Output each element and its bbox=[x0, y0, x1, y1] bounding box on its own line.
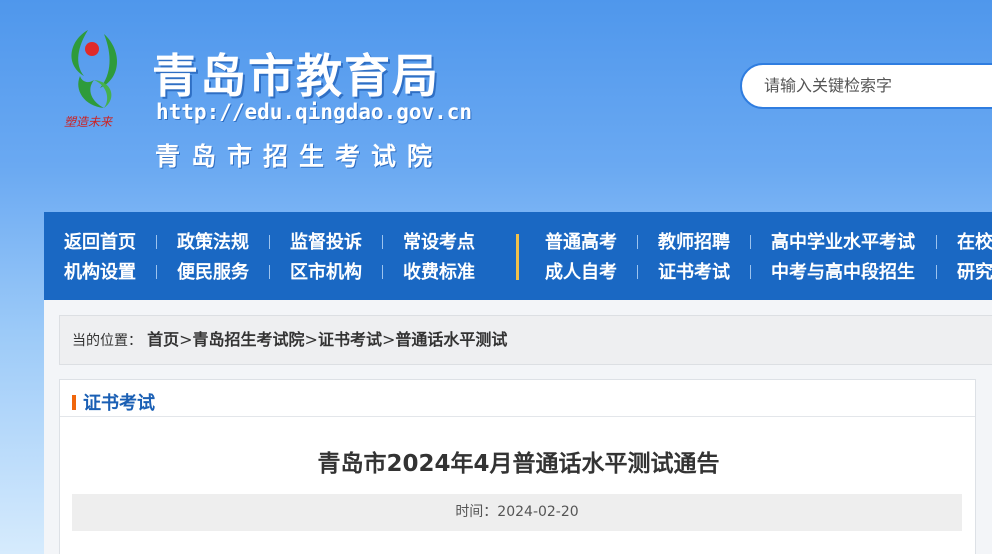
search-input[interactable] bbox=[764, 76, 992, 95]
site-title: 青岛市教育局 bbox=[152, 49, 440, 103]
nav-item-academic-test[interactable]: 高中学业水平考试 bbox=[771, 228, 915, 258]
breadcrumb-label: 当的位置： bbox=[72, 333, 142, 349]
nav-item-home[interactable]: 返回首页 bbox=[64, 228, 136, 258]
nav-separator bbox=[936, 235, 937, 249]
main-content: 当的位置： 首页>青岛招生考试院>证书考试>普通话水平测试 证书考试 青岛市20… bbox=[44, 300, 992, 554]
nav-column-8: 在校 研究 bbox=[957, 228, 992, 288]
nav-column-6: 教师招聘 证书考试 bbox=[658, 228, 730, 288]
nav-separator bbox=[269, 235, 270, 249]
breadcrumb-item-certificate[interactable]: 证书考试 bbox=[318, 330, 382, 349]
breadcrumb-item-exam-center[interactable]: 青岛招生考试院 bbox=[193, 330, 305, 349]
nav-separator bbox=[637, 265, 638, 279]
site-url[interactable]: http://edu.qingdao.gov.cn bbox=[156, 100, 472, 124]
panel-title[interactable]: 证书考试 bbox=[83, 389, 155, 415]
nav-separator bbox=[936, 265, 937, 279]
nav-item-fees[interactable]: 收费标准 bbox=[403, 258, 475, 288]
nav-separator bbox=[382, 235, 383, 249]
nav-item-policy[interactable]: 政策法规 bbox=[177, 228, 249, 258]
nav-separator bbox=[750, 265, 751, 279]
nav-separator bbox=[156, 265, 157, 279]
nav-column-3: 监督投诉 区市机构 bbox=[290, 228, 362, 288]
nav-separator bbox=[382, 265, 383, 279]
breadcrumb-separator: > bbox=[179, 330, 193, 349]
seal-logo-icon[interactable]: 塑造未来 bbox=[60, 24, 140, 136]
article-title: 青岛市2024年4月普通话水平测试通告 bbox=[317, 451, 720, 477]
panel-accent-bar bbox=[72, 395, 76, 410]
nav-item-teacher[interactable]: 教师招聘 bbox=[658, 228, 730, 258]
panel-header: 证书考试 bbox=[60, 380, 975, 417]
breadcrumb-separator: > bbox=[381, 330, 396, 349]
nav-item-venues[interactable]: 常设考点 bbox=[403, 228, 475, 258]
article-meta: 时间：2024-02-20 bbox=[72, 494, 962, 531]
nav-item-org[interactable]: 机构设置 bbox=[64, 258, 136, 288]
breadcrumb: 当的位置： 首页>青岛招生考试院>证书考试>普通话水平测试 bbox=[59, 315, 992, 365]
nav-column-7: 高中学业水平考试 中考与高中段招生 bbox=[771, 228, 915, 288]
nav-item-adult-exam[interactable]: 成人自考 bbox=[545, 258, 617, 288]
nav-item-certificate[interactable]: 证书考试 bbox=[658, 258, 730, 288]
main-nav: 返回首页 机构设置 政策法规 便民服务 监督投诉 区市机构 常设考点 收费标准 … bbox=[44, 212, 992, 300]
nav-column-1: 返回首页 机构设置 bbox=[64, 228, 136, 288]
svg-text:塑造未来: 塑造未来 bbox=[64, 115, 113, 129]
breadcrumb-item-home[interactable]: 首页 bbox=[147, 330, 179, 349]
nav-separator bbox=[750, 235, 751, 249]
nav-item-research[interactable]: 研究 bbox=[957, 258, 992, 288]
header: 塑造未来 青岛市教育局 http://edu.qingdao.gov.cn 青岛… bbox=[0, 0, 992, 212]
nav-item-zhongkao[interactable]: 中考与高中段招生 bbox=[771, 258, 915, 288]
breadcrumb-separator: > bbox=[304, 330, 318, 349]
nav-item-gaokao[interactable]: 普通高考 bbox=[545, 228, 617, 258]
search-box[interactable] bbox=[740, 63, 992, 109]
nav-item-service[interactable]: 便民服务 bbox=[177, 258, 249, 288]
nav-column-4: 常设考点 收费标准 bbox=[403, 228, 475, 288]
nav-column-5: 普通高考 成人自考 bbox=[545, 228, 617, 288]
nav-item-complaint[interactable]: 监督投诉 bbox=[290, 228, 362, 258]
nav-separator bbox=[637, 235, 638, 249]
breadcrumb-item-mandarin-test[interactable]: 普通话水平测试 bbox=[395, 330, 507, 349]
nav-column-2: 政策法规 便民服务 bbox=[177, 228, 249, 288]
nav-separator bbox=[269, 265, 270, 279]
nav-separator bbox=[156, 235, 157, 249]
article-panel: 证书考试 青岛市2024年4月普通话水平测试通告 时间：2024-02-20 bbox=[59, 379, 976, 554]
nav-item-school[interactable]: 在校 bbox=[957, 228, 992, 258]
nav-item-district[interactable]: 区市机构 bbox=[290, 258, 362, 288]
site-subtitle: 青岛市招生考试院 bbox=[155, 142, 444, 171]
nav-divider-gold bbox=[516, 234, 519, 280]
